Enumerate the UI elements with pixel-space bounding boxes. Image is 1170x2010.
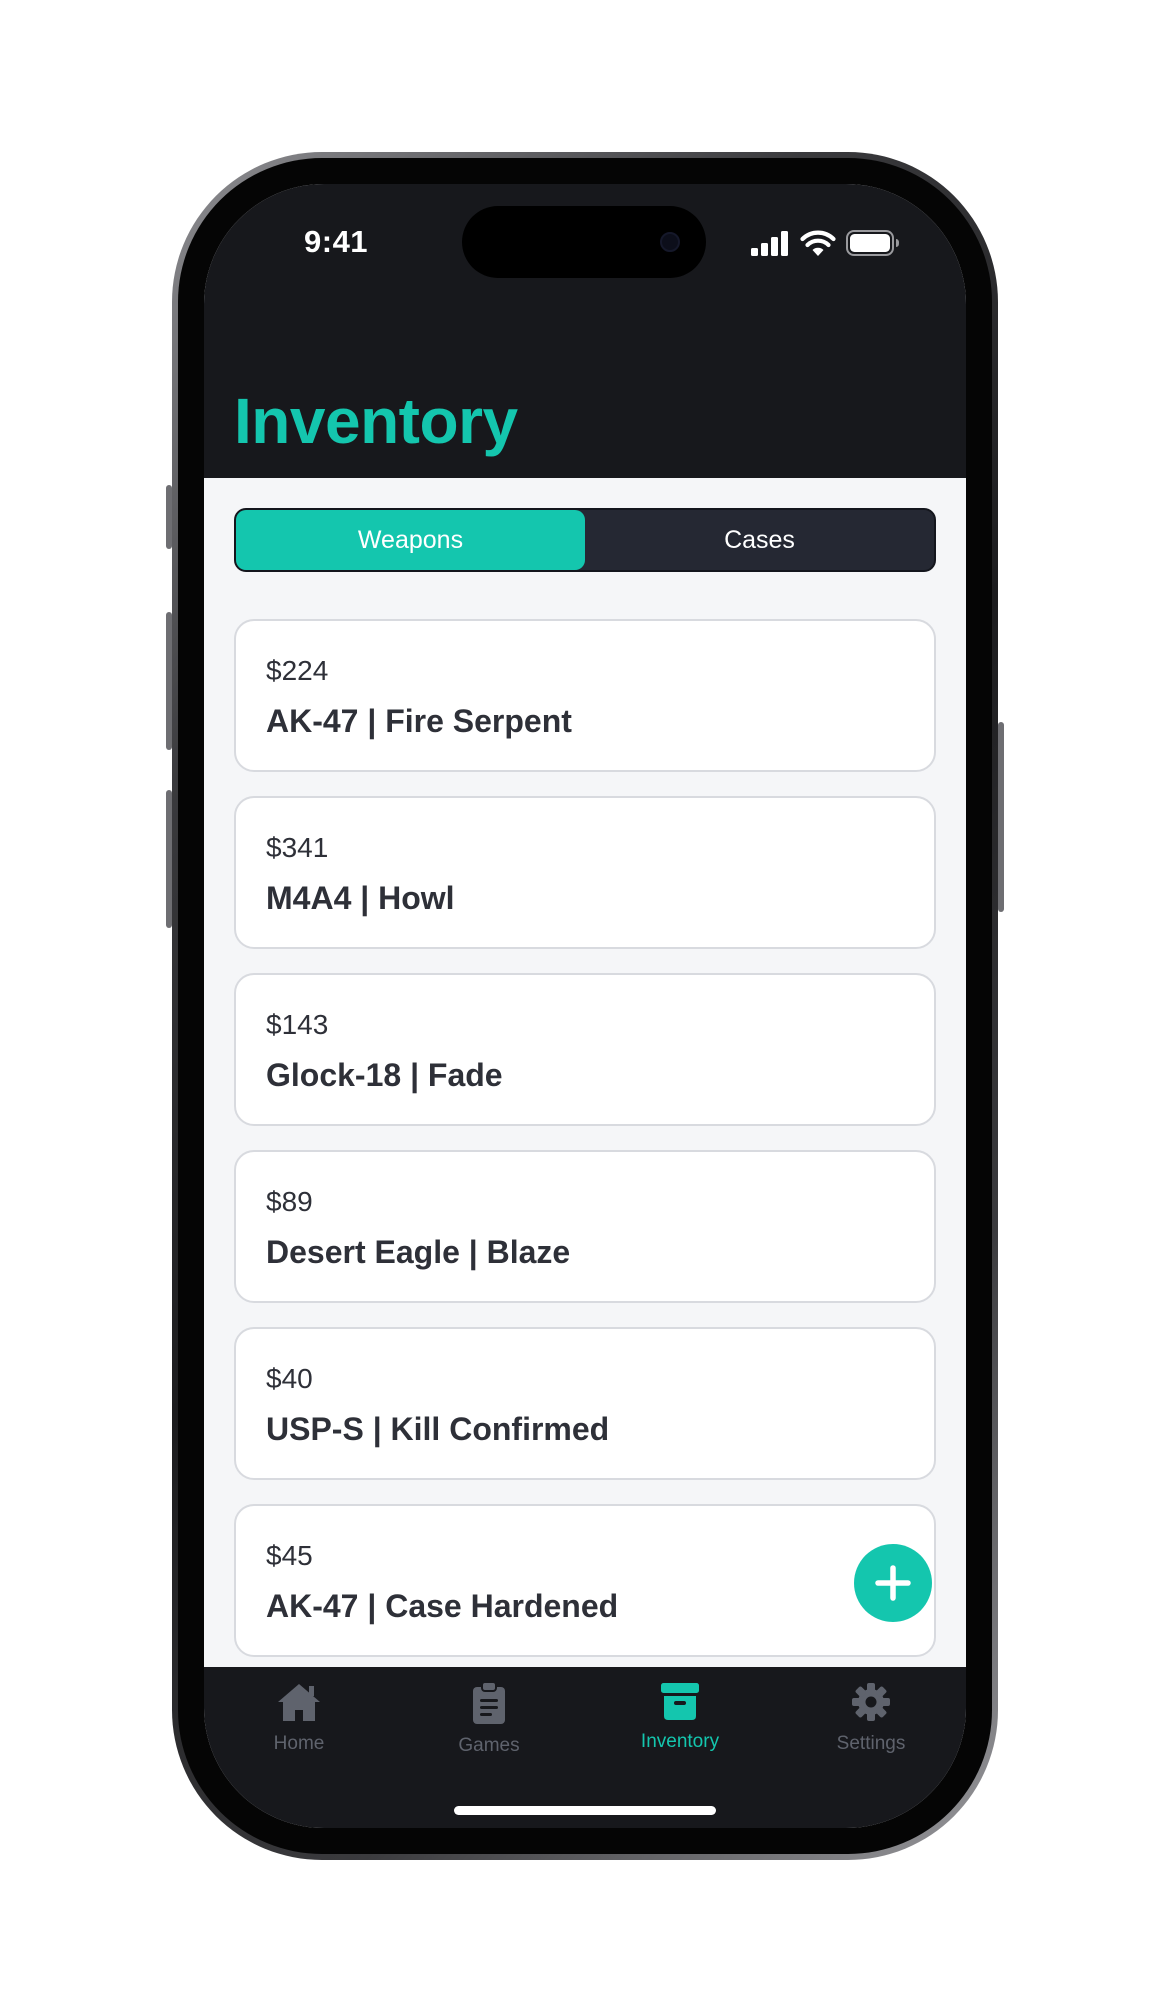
add-item-button[interactable]	[854, 1544, 932, 1622]
item-name: USP-S | Kill Confirmed	[266, 1411, 610, 1447]
house-icon	[278, 1684, 320, 1721]
list-item[interactable]: $89 Desert Eagle | Blaze	[234, 1150, 936, 1303]
dynamic-island	[462, 206, 706, 278]
clipboard-icon	[473, 1681, 505, 1724]
item-name: Glock-18 | Fade	[266, 1057, 503, 1093]
item-name: M4A4 | Howl	[266, 880, 455, 916]
archive-box-icon	[661, 1683, 699, 1720]
gear-icon	[852, 1683, 890, 1721]
tab-home[interactable]: Home	[204, 1681, 394, 1755]
camera-icon	[660, 232, 680, 252]
header: 9:41 Inventory	[204, 184, 966, 478]
item-name: AK-47 | Case Hardened	[266, 1588, 619, 1624]
list-item[interactable]: $45 AK-47 | Case Hardened	[234, 1504, 936, 1657]
item-name: AK-47 | Fire Serpent	[266, 703, 572, 739]
list-item[interactable]: $40 USP-S | Kill Confirmed	[234, 1327, 936, 1480]
tab-label: Inventory	[640, 1731, 720, 1752]
inventory-list: $224 AK-47 | Fire Serpent $341 M4A4 | Ho…	[234, 619, 936, 1681]
segment-cases[interactable]: Cases	[585, 510, 934, 570]
page-title: Inventory	[234, 385, 518, 457]
tab-inventory[interactable]: Inventory	[585, 1681, 775, 1753]
volume-down-button	[166, 790, 172, 928]
item-price: $224	[266, 655, 329, 686]
item-price: $89	[266, 1186, 313, 1217]
item-price: $40	[266, 1363, 313, 1394]
battery-icon	[846, 230, 899, 256]
list-item[interactable]: $224 AK-47 | Fire Serpent	[234, 619, 936, 772]
item-name: Desert Eagle | Blaze	[266, 1234, 571, 1270]
power-button	[998, 722, 1004, 912]
segment-weapons[interactable]: Weapons	[236, 510, 585, 570]
screen: 9:41 Inventory Weapons Cases $224 AK-47 …	[204, 184, 966, 1828]
home-indicator[interactable]	[454, 1806, 716, 1815]
item-price: $143	[266, 1009, 329, 1040]
segmented-control: Weapons Cases	[234, 508, 936, 572]
status-icons	[750, 228, 900, 258]
tab-settings[interactable]: Settings	[776, 1681, 966, 1755]
tab-label: Games	[458, 1735, 520, 1756]
cellular-signal-icon	[751, 231, 788, 256]
item-price: $45	[266, 1540, 313, 1571]
tab-label: Home	[273, 1733, 325, 1754]
tab-label: Settings	[836, 1733, 906, 1754]
item-price: $341	[266, 832, 329, 863]
list-item[interactable]: $341 M4A4 | Howl	[234, 796, 936, 949]
status-time: 9:41	[304, 224, 369, 259]
wifi-icon	[800, 230, 836, 256]
action-button	[166, 485, 172, 549]
plus-icon	[875, 1565, 911, 1601]
list-item[interactable]: $143 Glock-18 | Fade	[234, 973, 936, 1126]
volume-up-button	[166, 612, 172, 750]
tab-games[interactable]: Games	[394, 1681, 584, 1757]
tab-bar: Home Games Inventory Settings	[204, 1667, 966, 1828]
